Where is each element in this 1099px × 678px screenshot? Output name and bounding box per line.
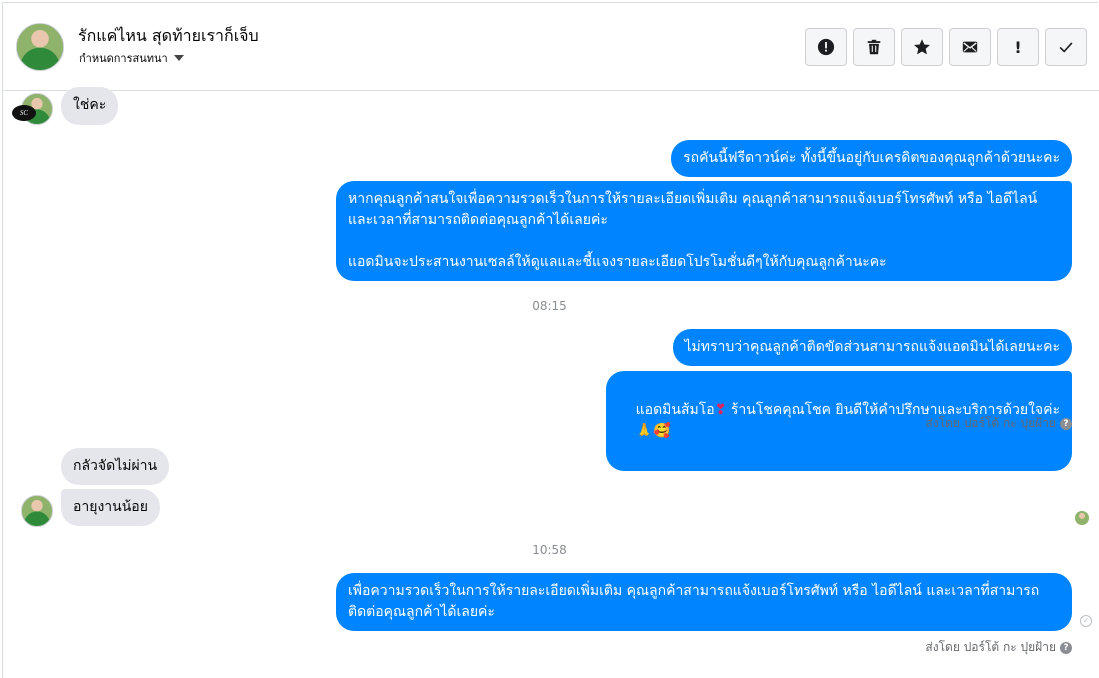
incoming-message[interactable]: ใช่คะ xyxy=(61,87,119,125)
done-button[interactable] xyxy=(1045,28,1087,66)
sent-by-text: ส่งโดย ปอร์โต้ กะ ปุยฝ้าย xyxy=(925,640,1056,654)
star-icon xyxy=(914,39,930,55)
sender-avatar[interactable] xyxy=(21,495,53,527)
conversation-assign-dropdown[interactable]: กำหนดการสนทนา xyxy=(79,49,184,67)
trash-icon xyxy=(867,39,881,55)
incoming-message[interactable]: อายุงานน้อย xyxy=(61,489,160,526)
timestamp: 10:58 xyxy=(532,543,567,557)
help-icon[interactable]: ? xyxy=(1060,641,1072,654)
outgoing-message[interactable]: เพื่อความรวดเร็วในการให้รายละเอียดเพิ่มเ… xyxy=(336,573,1072,631)
assign-label: กำหนดการสนทนา xyxy=(79,52,168,65)
alert-circle-icon xyxy=(817,38,835,56)
pray-smile-emoji-icon: 🙏🥰 xyxy=(635,423,671,439)
message-list[interactable]: SC ใช่คะ รถคันนี้ฟรีดาวน์ค่ะ ทั้งนี้ขึ้น… xyxy=(0,87,1099,678)
sent-by-text: ส่งโดย ปอร์โต้ กะ ปุยฝ้าย xyxy=(925,416,1056,430)
sent-by-label: ส่งโดย ปอร์โต้ กะ ปุยฝ้าย ? xyxy=(925,638,1072,657)
important-button[interactable]: ! xyxy=(997,28,1039,66)
delete-button[interactable] xyxy=(853,28,895,66)
help-icon[interactable]: ? xyxy=(1060,417,1072,430)
report-button[interactable] xyxy=(805,28,847,66)
contact-avatar[interactable] xyxy=(16,23,64,71)
header-actions: ! xyxy=(805,28,1087,66)
timestamp: 08:15 xyxy=(532,299,567,313)
page-logo-badge: SC xyxy=(12,105,36,121)
conversation-header: รักแค่ไหน สุดท้ายเราก็เจ็บ กำหนดการสนทนา xyxy=(3,3,1099,91)
heart-emoji-icon: ❣ xyxy=(714,402,727,418)
envelope-icon xyxy=(962,41,978,53)
check-icon xyxy=(1059,42,1073,53)
message-text: แอดมินส้มโอ xyxy=(635,402,715,418)
caret-down-icon xyxy=(173,55,184,61)
read-receipt-avatar xyxy=(1075,511,1089,525)
incoming-message[interactable]: กลัวจัดไม่ผ่าน xyxy=(61,448,170,485)
outgoing-message[interactable]: หากคุณลูกค้าสนใจเพื่อความรวดเร็วในการให้… xyxy=(336,181,1072,281)
star-button[interactable] xyxy=(901,28,943,66)
delivered-check-icon: ✓ xyxy=(1080,615,1092,627)
outgoing-message[interactable]: ไม่ทราบว่าคุณลูกค้าติดขัดส่วนสามารถแจ้งแ… xyxy=(672,329,1072,366)
mark-unread-button[interactable] xyxy=(949,28,991,66)
exclamation-icon: ! xyxy=(1014,37,1022,57)
contact-name[interactable]: รักแค่ไหน สุดท้ายเราก็เจ็บ xyxy=(78,24,259,49)
outgoing-message[interactable]: รถคันนี้ฟรีดาวน์ค่ะ ทั้งนี้ขึ้นอยู่กับเค… xyxy=(671,140,1072,177)
sent-by-label: ส่งโดย ปอร์โต้ กะ ปุยฝ้าย ? xyxy=(925,414,1072,433)
